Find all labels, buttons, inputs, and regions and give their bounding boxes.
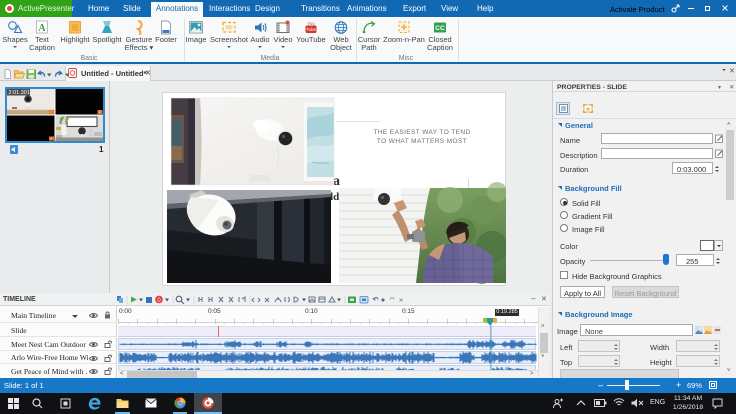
svg-text:♬: ♬: [99, 110, 102, 114]
svg-text:2:01.301: 2:01.301: [9, 90, 30, 96]
svg-text:♬: ♬: [50, 110, 53, 114]
svg-text:♬: ♬: [50, 137, 53, 141]
